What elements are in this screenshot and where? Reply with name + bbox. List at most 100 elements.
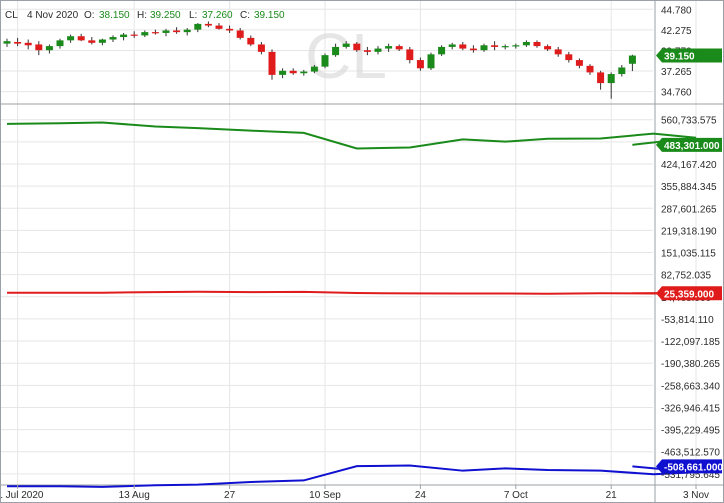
header-date: 4 Nov 2020 [27, 10, 79, 21]
candle-up[interactable] [332, 46, 340, 56]
candle-down[interactable] [544, 46, 552, 50]
candle-down[interactable] [88, 40, 96, 43]
indicator-tick-label: 355,884.345 [661, 182, 717, 193]
price-last-badge-label: 39.150 [664, 52, 695, 63]
candle-down[interactable] [77, 36, 85, 41]
header-high-label: H: [137, 10, 147, 21]
candle-up[interactable] [522, 41, 530, 46]
candle-down[interactable] [151, 32, 159, 34]
time-tick-label: 3 Nov [683, 490, 709, 501]
time-tick-label: 13 Aug [119, 490, 150, 501]
indicator-tick-label: 560,733.575 [661, 116, 717, 127]
candle-up[interactable] [183, 29, 191, 33]
candle-down[interactable] [597, 72, 605, 84]
indicator-tick-label: 287,601.265 [661, 204, 717, 215]
candle-up[interactable] [3, 41, 11, 44]
candle-down[interactable] [247, 37, 255, 45]
indicator-tick-label: 219,318.190 [661, 226, 717, 237]
indicator-tick-label: 424,167.420 [661, 160, 717, 171]
price-tick-label: 44.780 [661, 5, 692, 16]
indicator-tick-label: 151,035.115 [661, 249, 716, 260]
candle-up[interactable] [607, 74, 615, 84]
candle-up[interactable] [162, 30, 170, 33]
candle-down[interactable] [257, 44, 265, 52]
symbol-watermark: CL [305, 20, 387, 92]
candle-up[interactable] [628, 55, 636, 64]
time-tick-label: 10 Sep [309, 490, 341, 501]
green-line-last-badge-label: 483,301.000 [664, 141, 720, 152]
candle-down[interactable] [554, 49, 562, 55]
candle-up[interactable] [45, 46, 53, 51]
candle-down[interactable] [204, 23, 212, 26]
candle-down[interactable] [491, 45, 499, 47]
candle-up[interactable] [342, 43, 350, 47]
candle-down[interactable] [406, 49, 414, 61]
indicator-tick-label: -395,229.495 [661, 426, 720, 437]
candle-up[interactable] [310, 66, 318, 72]
candle-down[interactable] [130, 34, 138, 36]
header-symbol: CL [5, 10, 18, 21]
candle-up[interactable] [98, 39, 106, 43]
indicator-tick-label: -258,663.340 [661, 381, 720, 392]
candle-down[interactable] [575, 60, 583, 66]
candle-down[interactable] [416, 60, 424, 69]
price-tick-label: 37.265 [661, 67, 692, 78]
candle-up[interactable] [120, 34, 128, 38]
time-tick-label: 7 Oct [504, 490, 528, 501]
candle-down[interactable] [24, 42, 32, 46]
candle-down[interactable] [14, 41, 22, 44]
indicator-tick-label: -53,814.110 [661, 315, 714, 326]
candle-up[interactable] [279, 70, 287, 75]
candle-down[interactable] [586, 65, 594, 73]
candle-up[interactable] [512, 45, 520, 47]
candle-down[interactable] [236, 30, 244, 38]
ohlc-header: CL 4 Nov 2020 O: 38.150 H: 39.250 L: 37.… [5, 10, 285, 21]
price-tick-label: 34.760 [661, 88, 692, 99]
candle-up[interactable] [321, 55, 329, 67]
candle-up[interactable] [194, 23, 202, 30]
candle-up[interactable] [618, 67, 626, 75]
chart-canvas[interactable]: CL CL 4 Nov 2020 O: 38.150 H: 39.250 L: … [1, 1, 723, 502]
candle-down[interactable] [459, 44, 467, 49]
header-high-value: 39.250 [150, 10, 181, 21]
candle-up[interactable] [501, 46, 509, 48]
candle-down[interactable] [35, 44, 43, 51]
candle-down[interactable] [353, 43, 361, 51]
candle-down[interactable] [533, 41, 541, 47]
candle-up[interactable] [300, 71, 308, 74]
candle-down[interactable] [268, 51, 276, 75]
candle-up[interactable] [67, 36, 75, 41]
red-line-last-badge-label: 25,359.000 [664, 289, 714, 300]
candle-up[interactable] [480, 45, 488, 51]
blue-line-last-badge-label: -508,661.000 [664, 462, 723, 473]
header-close-value: 39.150 [254, 10, 285, 21]
header-open-value: 38.150 [99, 10, 130, 21]
candle-down[interactable] [469, 48, 477, 51]
candle-up[interactable] [438, 46, 446, 55]
header-low-label: L: [189, 10, 197, 21]
candle-down[interactable] [226, 28, 234, 31]
indicator-tick-label: 82,752.035 [661, 271, 711, 282]
chart-window: CL CL 4 Nov 2020 O: 38.150 H: 39.250 L: … [0, 0, 724, 503]
candle-up[interactable] [427, 54, 435, 69]
time-tick-label: 24 [415, 490, 427, 501]
candle-down[interactable] [363, 50, 371, 52]
candle-down[interactable] [289, 70, 297, 74]
time-tick-label: 21 [606, 490, 618, 501]
candle-up[interactable] [141, 32, 149, 36]
candle-up[interactable] [374, 48, 382, 52]
time-tick-label: 31 Jul 2020 [1, 490, 44, 501]
candle-up[interactable] [56, 40, 64, 47]
candle-down[interactable] [173, 30, 181, 33]
candle-down[interactable] [215, 25, 223, 29]
time-tick-label: 27 [224, 490, 236, 501]
candle-up[interactable] [385, 46, 393, 49]
indicator-tick-label: -122,097.185 [661, 337, 720, 348]
indicator-tick-label: -463,512.570 [661, 448, 720, 459]
candle-down[interactable] [395, 46, 403, 50]
candle-down[interactable] [565, 54, 573, 61]
price-tick-label: 42.275 [661, 26, 692, 37]
candle-up[interactable] [448, 44, 456, 47]
candle-up[interactable] [109, 37, 117, 40]
header-low-value: 37.260 [202, 10, 233, 21]
